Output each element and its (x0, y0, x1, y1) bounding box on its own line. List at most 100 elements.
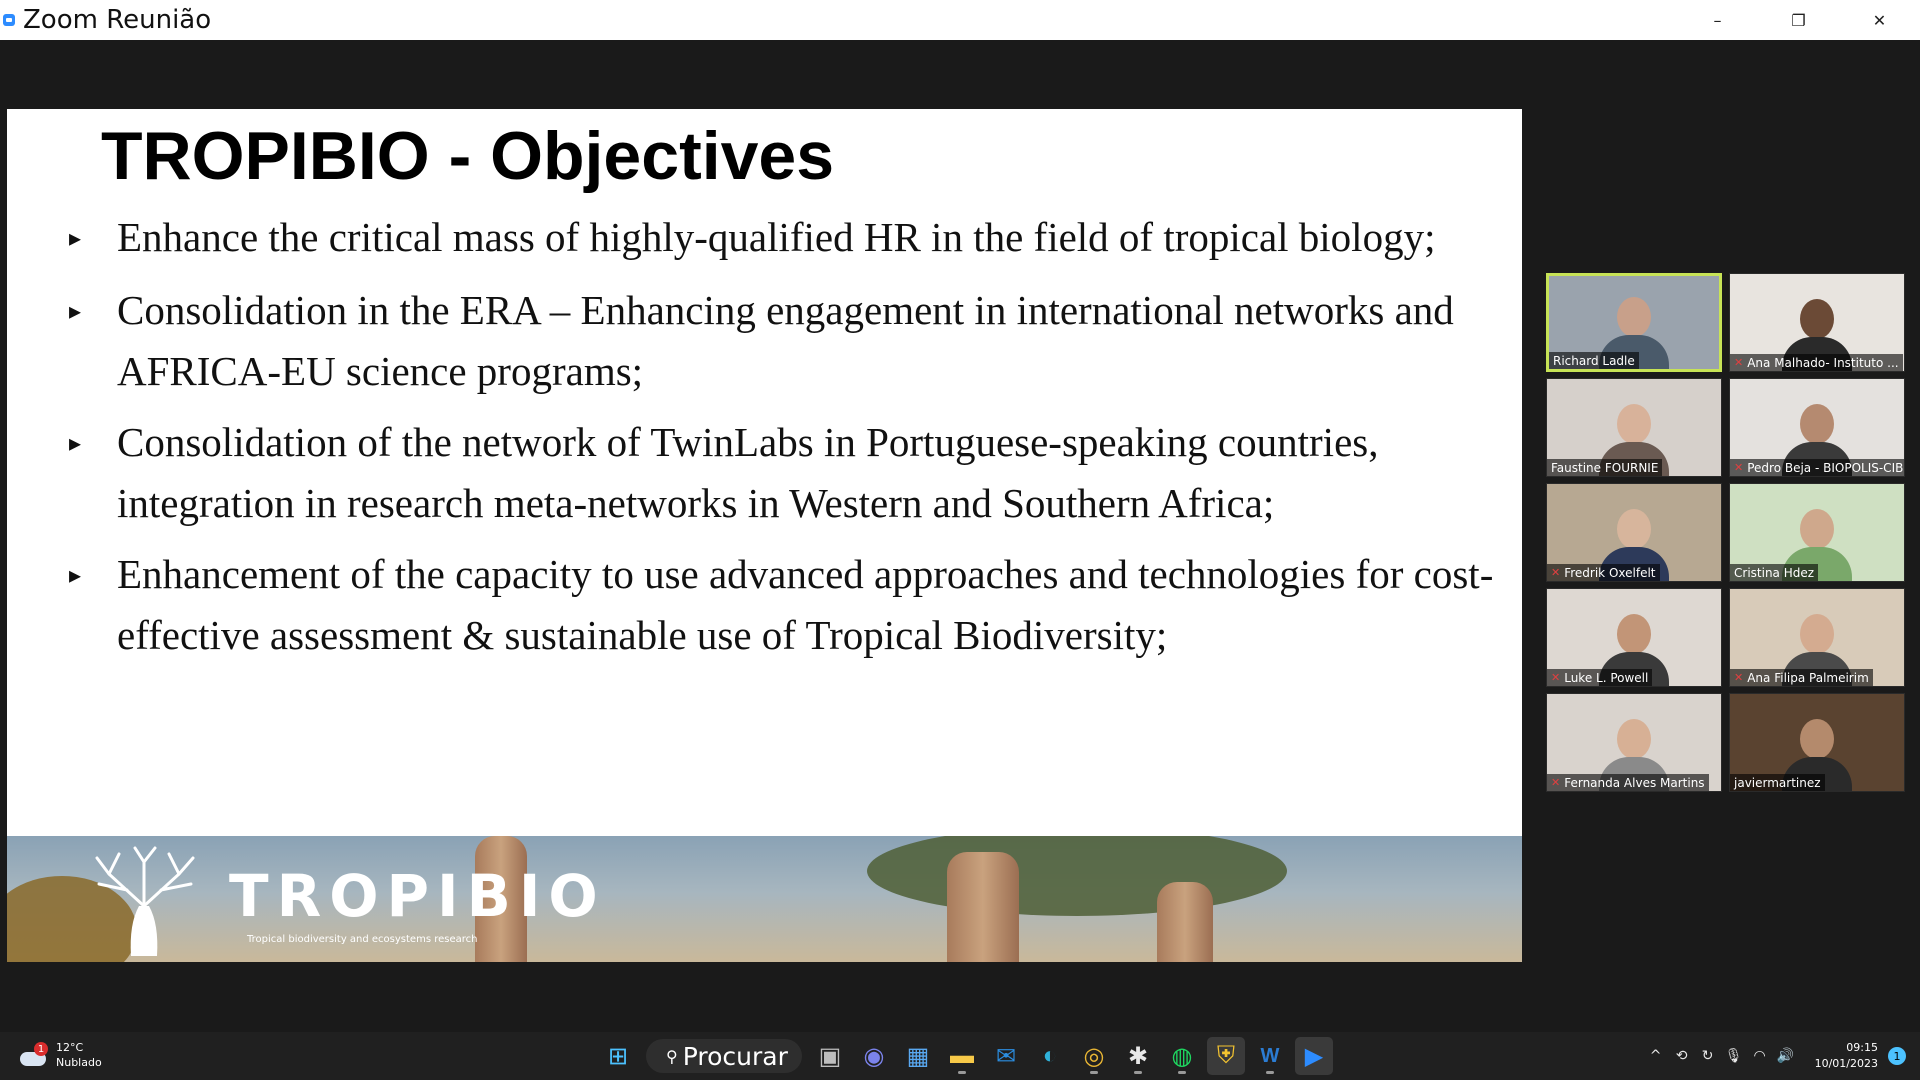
participant-tile[interactable]: ✕ Ana Malhado- Instituto ... (1729, 273, 1905, 372)
slide-bullet: ▸ Enhancement of the capacity to use adva… (69, 544, 1509, 666)
slide-title: TROPIBIO - Objectives (101, 118, 835, 194)
participant-name: Cristina Hdez (1734, 565, 1815, 580)
participant-tile[interactable]: ✕ Fernanda Alves Martins (1546, 693, 1722, 792)
sync-alert-icon[interactable]: ⟲ (1669, 1048, 1695, 1064)
participant-name: Fernanda Alves Martins (1564, 775, 1705, 790)
participant-name: Richard Ladle (1553, 353, 1635, 368)
baobab-logo-icon (95, 846, 195, 956)
participant-name: Pedro Beja - BIOPOLIS-CIBIO (1747, 460, 1905, 475)
slide-bullet: ▸ Consolidation in the ERA – Enhancing en… (69, 280, 1509, 402)
participant-name-bar: ✕ Ana Filipa Palmeirim (1730, 669, 1873, 686)
edge-icon[interactable]: ◐ (1031, 1037, 1069, 1075)
window-titlebar: Zoom Reunião – ❐ ✕ (0, 0, 1920, 40)
shared-screen-slide: TROPIBIO - Objectives ▸ Enhance the criti… (7, 109, 1522, 962)
weather-alert-badge: 1 (34, 1042, 48, 1056)
participant-name-bar: Cristina Hdez (1730, 564, 1819, 581)
participant-name-bar: ✕ Fernanda Alves Martins (1547, 774, 1709, 791)
notification-badge[interactable]: 1 (1888, 1047, 1906, 1065)
participant-name-bar: ✕ Luke L. Powell (1547, 669, 1653, 686)
chevron-up-icon[interactable]: ^ (1643, 1048, 1669, 1064)
baobab-trunk-3 (1157, 882, 1213, 962)
participant-name-bar: javiermartinez (1730, 774, 1825, 791)
bullet-marker-icon: ▸ (69, 563, 82, 589)
mic-muted-icon: ✕ (1551, 671, 1561, 684)
window-controls: – ❐ ✕ (1677, 0, 1920, 40)
slide-bullet: ▸ Enhance the critical mass of highly-qua… (69, 207, 1509, 270)
window-title: Zoom Reunião (23, 5, 212, 35)
mic-muted-icon: ✕ (1734, 461, 1744, 474)
restore-button[interactable]: ❐ (1758, 0, 1839, 40)
participant-tile[interactable]: ✕ Luke L. Powell (1546, 588, 1722, 687)
participant-name: Fredrik Oxelfelt (1564, 565, 1656, 580)
participant-name-bar: Richard Ladle (1549, 352, 1639, 369)
wifi-icon[interactable]: ◠ (1747, 1048, 1773, 1064)
store-icon[interactable]: ▦ (899, 1037, 937, 1075)
teams-chat-icon[interactable]: ◉ (855, 1037, 893, 1075)
participant-tile[interactable]: ✕ Fredrik Oxelfelt (1546, 483, 1722, 582)
participant-tile[interactable]: javiermartinez (1729, 693, 1905, 792)
bullet-marker-icon: ▸ (69, 299, 82, 325)
taskbar-apps: ⊞ ⚲ Procurar ▣ ◉ ▦ ▬ ✉ ◐ ◎ ✱ ◍ ⛨ W ▶ (596, 1037, 1336, 1075)
system-tray: ^ ⟲ ↻ 🎙 ◠ 🔊 09:15 10/01/2023 1 (1643, 1032, 1920, 1080)
clock-date: 10/01/2023 (1814, 1057, 1878, 1070)
participant-name-bar: ✕ Fredrik Oxelfelt (1547, 564, 1660, 581)
slack-icon[interactable]: ✱ (1119, 1037, 1157, 1075)
weather-temperature: 12°C (56, 1041, 84, 1054)
clock-time: 09:15 (1846, 1041, 1878, 1054)
weather-widget[interactable]: 1 12°C Nublado (18, 1040, 102, 1070)
bullet-text: Enhancement of the capacity to use advan… (117, 551, 1494, 658)
tropibio-tagline: Tropical biodiversity and ecosystems res… (247, 934, 478, 945)
participant-tile[interactable]: Faustine FOURNIE (1546, 378, 1722, 477)
participant-tile[interactable]: Richard Ladle (1546, 273, 1722, 372)
mic-muted-icon: ✕ (1551, 776, 1561, 789)
refresh-icon[interactable]: ↻ (1695, 1048, 1721, 1064)
zoom-app-icon (3, 14, 15, 26)
search-label: Procurar (682, 1041, 788, 1071)
zoom-icon[interactable]: ▶ (1295, 1037, 1333, 1075)
participant-name: Faustine FOURNIE (1551, 460, 1659, 475)
weather-condition: Nublado (56, 1056, 102, 1069)
chrome-icon[interactable]: ◎ (1075, 1037, 1113, 1075)
mic-muted-icon: ✕ (1734, 356, 1744, 369)
participant-name-bar: ✕ Pedro Beja - BIOPOLIS-CIBIO (1730, 459, 1905, 476)
participant-name-bar: ✕ Ana Malhado- Instituto ... (1730, 354, 1903, 371)
participant-name: Luke L. Powell (1564, 670, 1649, 685)
spotify-icon[interactable]: ◍ (1163, 1037, 1201, 1075)
taskbar-search[interactable]: ⚲ Procurar (646, 1039, 802, 1073)
task-view-icon[interactable]: ▣ (811, 1037, 849, 1075)
cloud-weather-icon: 1 (18, 1042, 48, 1066)
meeting-area: TROPIBIO - Objectives ▸ Enhance the criti… (0, 40, 1920, 1032)
slide-bullet-list: ▸ Enhance the critical mass of highly-qua… (69, 207, 1509, 676)
bullet-marker-icon: ▸ (69, 431, 82, 457)
participant-name: Ana Filipa Palmeirim (1747, 670, 1869, 685)
mic-muted-icon: ✕ (1551, 566, 1561, 579)
tropibio-logo-text: TROPIBIO (229, 862, 606, 930)
close-button[interactable]: ✕ (1839, 0, 1920, 40)
participant-tile[interactable]: Cristina Hdez (1729, 483, 1905, 582)
participant-tile[interactable]: ✕ Ana Filipa Palmeirim (1729, 588, 1905, 687)
word-icon[interactable]: W (1251, 1037, 1289, 1075)
system-clock[interactable]: 09:15 10/01/2023 (1815, 1040, 1878, 1072)
mic-muted-icon: ✕ (1734, 671, 1744, 684)
participant-name-bar: Faustine FOURNIE (1547, 459, 1663, 476)
bullet-text: Consolidation in the ERA – Enhancing eng… (117, 287, 1454, 394)
participant-tile[interactable]: ✕ Pedro Beja - BIOPOLIS-CIBIO (1729, 378, 1905, 477)
minimize-button[interactable]: – (1677, 0, 1758, 40)
bullet-text: Consolidation of the network of TwinLabs… (117, 419, 1379, 526)
slide-bullet: ▸ Consolidation of the network of TwinLab… (69, 412, 1509, 534)
microphone-icon[interactable]: 🎙 (1721, 1048, 1747, 1064)
file-explorer-icon[interactable]: ▬ (943, 1037, 981, 1075)
baobab-trunk-2 (947, 852, 1019, 962)
mail-icon[interactable]: ✉ (987, 1037, 1025, 1075)
bullet-marker-icon: ▸ (69, 226, 82, 252)
bullet-text: Enhance the critical mass of highly-qual… (117, 214, 1436, 260)
baobab-canopy-1 (867, 836, 1287, 916)
tray-icons: ^ ⟲ ↻ 🎙 ◠ 🔊 (1643, 1048, 1799, 1064)
speaker-icon[interactable]: 🔊 (1773, 1048, 1799, 1064)
participant-name: Ana Malhado- Instituto ... (1747, 355, 1899, 370)
search-icon: ⚲ (666, 1046, 678, 1066)
security-shield-icon[interactable]: ⛨ (1207, 1037, 1245, 1075)
slide-footer-banner: TROPIBIO Tropical biodiversity and ecosy… (7, 836, 1522, 962)
participant-name: javiermartinez (1734, 775, 1821, 790)
start-icon[interactable]: ⊞ (599, 1037, 637, 1075)
